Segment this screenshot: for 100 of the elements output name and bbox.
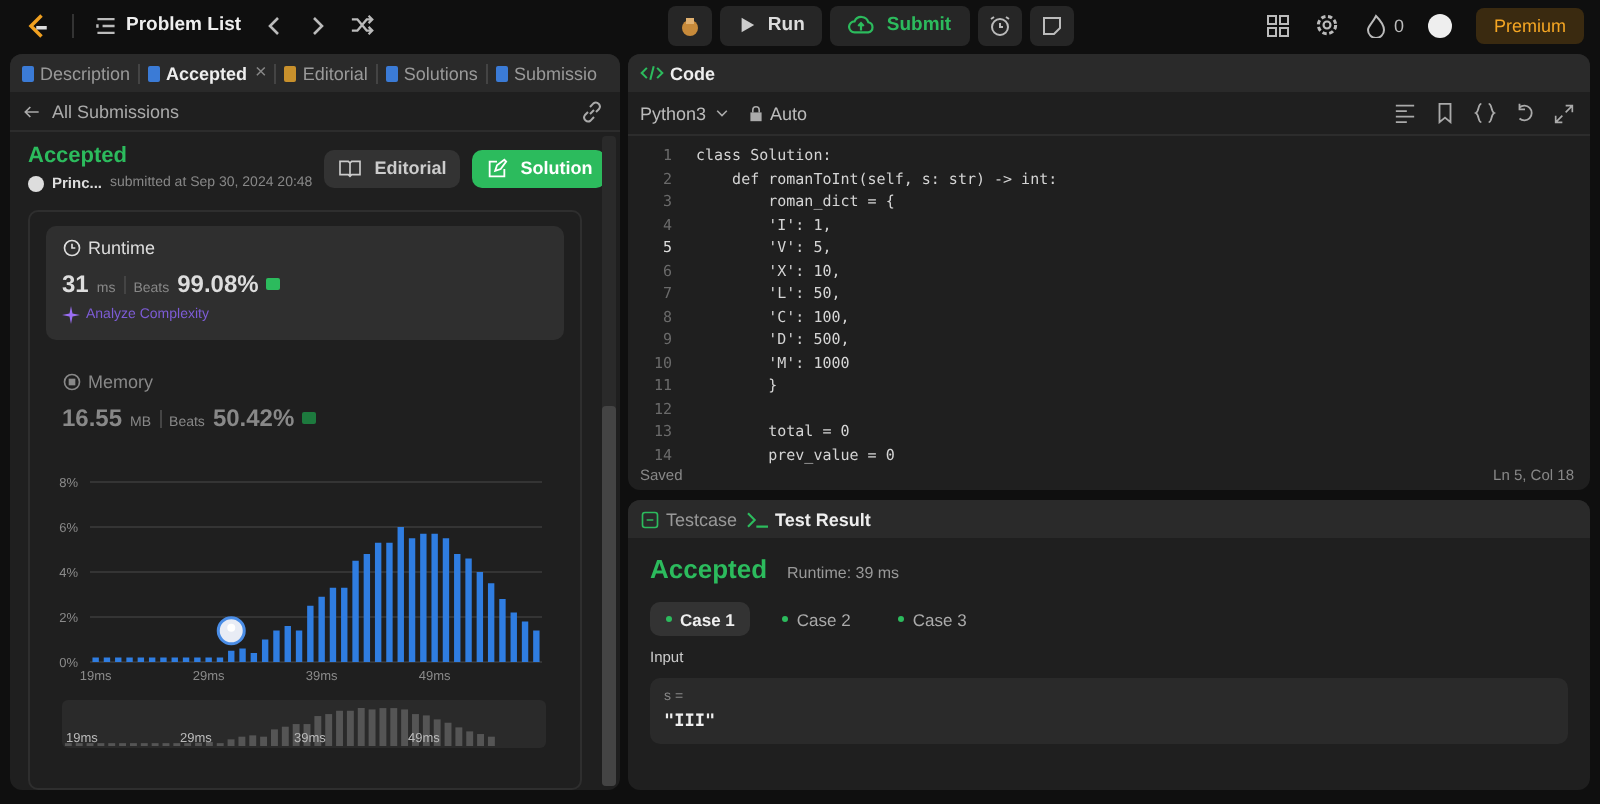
- bar[interactable]: [92, 657, 99, 662]
- result-status: Accepted: [650, 554, 768, 584]
- logo-icon[interactable]: [24, 11, 52, 39]
- bar[interactable]: [194, 657, 201, 662]
- bar[interactable]: [148, 657, 156, 662]
- bar[interactable]: [239, 648, 246, 662]
- result-tab[interactable]: Testcase: [640, 509, 738, 529]
- bar[interactable]: [205, 657, 212, 662]
- status-text: Accepted: [28, 144, 130, 168]
- bar[interactable]: [261, 639, 269, 662]
- bar[interactable]: [284, 626, 291, 662]
- bookmark-icon[interactable]: [1434, 102, 1456, 124]
- edit-icon: [486, 157, 509, 179]
- bar[interactable]: [510, 612, 517, 662]
- bar[interactable]: [216, 657, 224, 662]
- bar[interactable]: [307, 605, 314, 662]
- badge-icon: [266, 278, 281, 290]
- user-avatar-icon: [28, 175, 44, 191]
- link-icon[interactable]: [580, 99, 604, 123]
- braces-icon[interactable]: [1474, 102, 1496, 124]
- bar[interactable]: [397, 527, 404, 662]
- panel-tab[interactable]: Solutions: [385, 63, 478, 83]
- bar[interactable]: [521, 621, 529, 662]
- play-icon: [737, 16, 756, 34]
- terminal-icon: [745, 509, 770, 529]
- bar[interactable]: [137, 657, 145, 662]
- mode-label[interactable]: Auto: [770, 103, 808, 123]
- debug-button[interactable]: [667, 5, 712, 45]
- submit-button[interactable]: Submit: [830, 5, 970, 45]
- metric-title: Runtime: [88, 238, 156, 258]
- expand-icon[interactable]: [1554, 103, 1574, 123]
- bar[interactable]: [182, 657, 190, 662]
- runtime-text: Runtime: 39 ms: [787, 564, 900, 582]
- bar[interactable]: [487, 583, 495, 662]
- case-tab[interactable]: Case 1: [650, 602, 751, 636]
- panel-title: Code: [670, 63, 715, 83]
- bar[interactable]: [160, 657, 167, 662]
- bar[interactable]: [374, 542, 382, 662]
- bar[interactable]: [295, 630, 303, 662]
- book-icon: [338, 158, 363, 178]
- metric-title: Memory: [88, 372, 154, 392]
- note-icon: [1039, 13, 1064, 37]
- bar[interactable]: [341, 587, 348, 662]
- bar[interactable]: [103, 657, 111, 662]
- run-button[interactable]: Run: [719, 5, 823, 45]
- problem-list-button[interactable]: Problem List: [94, 13, 242, 37]
- case-tab[interactable]: Case 3: [882, 602, 983, 636]
- case-tab[interactable]: Case 2: [766, 602, 867, 636]
- close-tab-button[interactable]: ×: [255, 62, 267, 84]
- alarm-clock-button[interactable]: [977, 5, 1022, 45]
- cloud-upload-icon: [848, 14, 875, 36]
- beats-percent: 99.08%: [177, 270, 259, 298]
- editorial-button[interactable]: Editorial: [324, 149, 461, 187]
- bar[interactable]: [228, 650, 235, 662]
- panel-tab[interactable]: Submissio: [495, 63, 597, 83]
- bug-icon: [677, 13, 702, 37]
- bar[interactable]: [454, 554, 461, 662]
- bar[interactable]: [329, 587, 337, 662]
- language-dropdown[interactable]: Python3: [640, 103, 731, 123]
- lock-icon: [748, 105, 765, 121]
- checkbox-icon: [640, 509, 660, 529]
- note-button[interactable]: [1029, 5, 1074, 45]
- bar[interactable]: [420, 533, 427, 662]
- bar[interactable]: [273, 630, 280, 662]
- alarm-clock-icon: [987, 13, 1012, 37]
- format-icon[interactable]: [1394, 102, 1416, 124]
- variable-value: "III": [664, 712, 718, 732]
- chip-icon: [62, 372, 82, 392]
- scrollbar[interactable]: [602, 136, 616, 786]
- beats-percent: 50.42%: [212, 404, 295, 432]
- undo-icon[interactable]: [1514, 102, 1536, 124]
- metric-value: 16.55: [62, 404, 123, 432]
- bar[interactable]: [476, 572, 484, 662]
- badge-icon: [302, 412, 317, 424]
- panel-tab[interactable]: Description: [22, 63, 131, 83]
- clock-icon: [62, 238, 82, 258]
- panel-tab[interactable]: Accepted: [148, 63, 248, 83]
- bar[interactable]: [318, 596, 325, 662]
- bar[interactable]: [442, 538, 450, 662]
- bar[interactable]: [126, 657, 133, 662]
- result-tab[interactable]: Test Result: [745, 509, 871, 529]
- bar[interactable]: [408, 538, 416, 662]
- avatar-icon[interactable]: [1427, 13, 1452, 37]
- code-icon: [640, 64, 664, 82]
- panel-tab[interactable]: Editorial: [284, 63, 368, 83]
- sparkle-icon: [62, 306, 80, 324]
- bar[interactable]: [250, 653, 258, 662]
- shuffle-icon[interactable]: [349, 12, 376, 38]
- bar[interactable]: [115, 657, 122, 662]
- user-marker-icon[interactable]: [216, 616, 246, 646]
- bar[interactable]: [533, 630, 540, 662]
- streak-count: 0: [1393, 15, 1404, 35]
- bar[interactable]: [431, 533, 438, 662]
- list-icon: [94, 13, 118, 37]
- bar[interactable]: [363, 554, 371, 662]
- all-submissions-link[interactable]: All Submissions: [22, 101, 180, 121]
- bar[interactable]: [171, 657, 178, 662]
- settings-icon[interactable]: [1313, 12, 1340, 38]
- grid-icon[interactable]: [1265, 13, 1290, 37]
- premium-button[interactable]: Premium: [1475, 7, 1584, 43]
